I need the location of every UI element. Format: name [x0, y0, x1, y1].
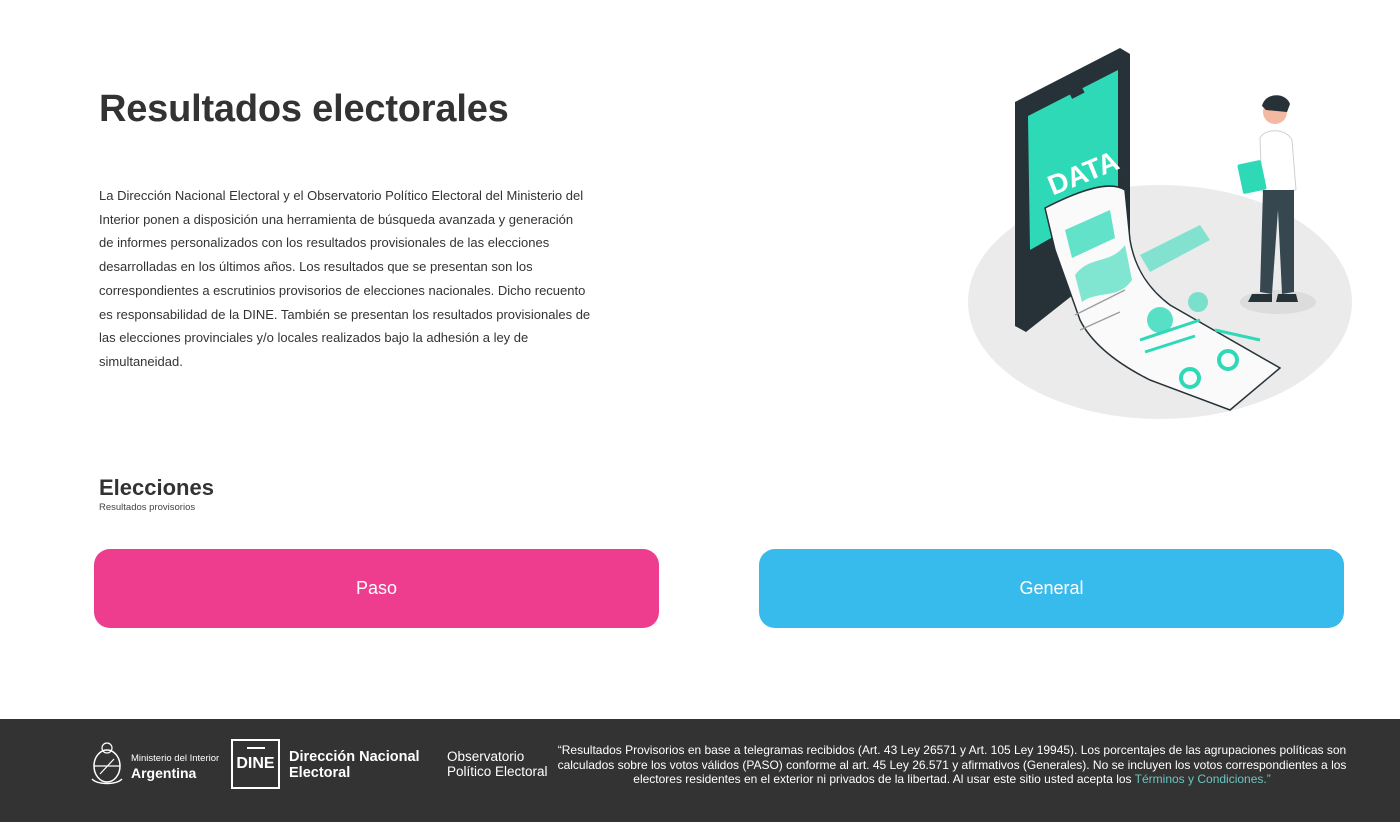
disclaimer-text: “Resultados Provisorios en base a telegr… [557, 743, 1347, 787]
footer: Ministerio del Interior Argentina DINE D… [0, 719, 1400, 822]
page-title: Resultados electorales [99, 88, 509, 130]
data-illustration: DATA [968, 48, 1352, 419]
dine-logo-label: DINE [236, 755, 275, 772]
obs-line-2: Político Electoral [447, 764, 548, 779]
elections-subtitle: Resultados provisorios [99, 502, 196, 513]
ministerio-interior-logo[interactable]: Ministerio del Interior Argentina [90, 739, 230, 789]
dine-logo[interactable]: DINE [231, 739, 280, 789]
general-button[interactable]: General [759, 549, 1344, 628]
dne-line-2: Electoral [289, 765, 351, 781]
direccion-nacional-electoral-label: Dirección Nacional Electoral [289, 749, 420, 781]
dne-line-1: Dirección Nacional [289, 749, 420, 765]
observatorio-logo[interactable]: Observatorio Político Electoral [447, 749, 548, 779]
paso-button[interactable]: Paso [94, 549, 659, 628]
intro-paragraph: La Dirección Nacional Electoral y el Obs… [99, 188, 591, 369]
ministry-line-1: Ministerio del Interior [131, 753, 220, 764]
elections-title: Elecciones [99, 475, 214, 500]
obs-line-1: Observatorio [447, 749, 525, 764]
terms-link[interactable]: Términos y Condiciones. [1135, 772, 1267, 786]
disclaimer-close-quote: ” [1266, 772, 1271, 786]
ministry-line-2: Argentina [131, 765, 197, 781]
coat-of-arms-icon [91, 742, 123, 785]
